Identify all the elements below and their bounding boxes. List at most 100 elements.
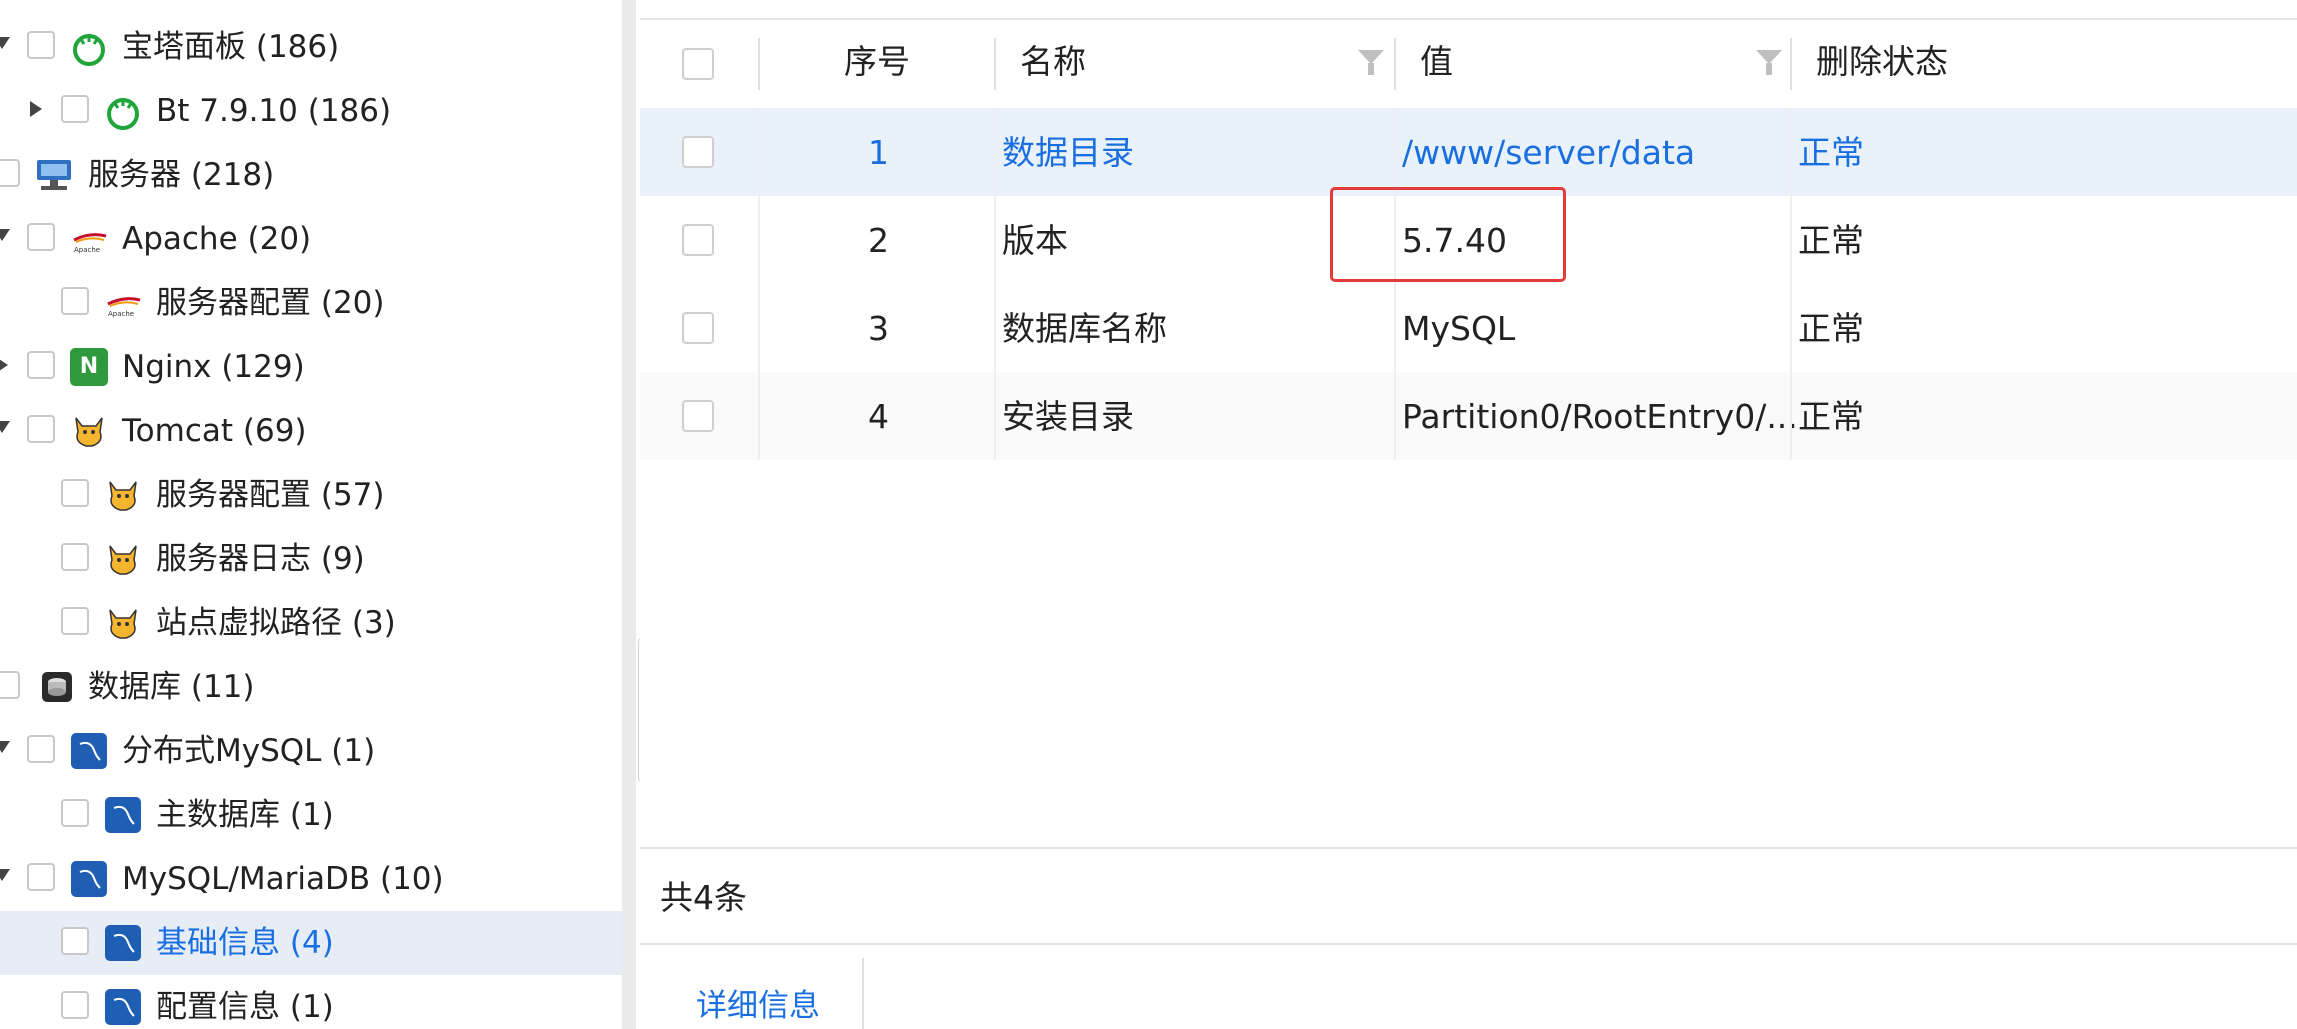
tab-detail-info[interactable]: 详细信息 [696,988,820,1024]
tree-node-primary-db[interactable]: 主数据库 (1) [0,783,622,847]
cell-divider [994,108,996,196]
tree-node-basic-info[interactable]: 基础信息 (4) [0,911,622,975]
row-checkbox[interactable] [682,312,714,344]
cell-name: 版本 [1002,221,1068,260]
tree-node-tomcat[interactable]: Tomcat (69) [0,399,622,463]
cell-divider [1790,284,1792,372]
select-all-checkbox[interactable] [682,48,714,80]
cell-divider [758,284,760,372]
expand-arrow-icon[interactable] [0,869,10,881]
column-divider[interactable] [1394,38,1396,90]
tree-node-label: 站点虚拟路径 (3) [156,605,396,641]
mysql-icon [71,733,107,769]
table-row[interactable]: 1 数据目录 /www/server/data 正常 [640,108,2297,196]
cell-status: 正常 [1798,221,1864,260]
column-divider[interactable] [758,38,760,90]
cell-index: 4 [868,397,889,436]
tree-node-apache-config[interactable]: Apache 服务器配置 (20) [0,271,622,335]
table-row[interactable]: 3 数据库名称 MySQL 正常 [640,284,2297,372]
column-header-name[interactable]: 名称 [1020,42,1086,82]
cell-divider [758,196,760,284]
tree-checkbox[interactable] [27,223,55,251]
tree-checkbox[interactable] [27,863,55,891]
tree-checkbox[interactable] [61,607,89,635]
column-divider[interactable] [994,38,996,90]
cell-name: 安装目录 [1002,397,1134,436]
cell-divider [1394,372,1396,460]
tree-checkbox[interactable] [27,31,55,59]
expand-arrow-icon[interactable] [0,37,10,49]
tree-checkbox[interactable] [61,543,89,571]
tomcat-icon [109,481,137,511]
expand-arrow-icon[interactable] [0,229,10,241]
tree-node-config-info[interactable]: 配置信息 (1) [0,975,622,1029]
tree-node-label: 服务器 (218) [88,157,275,193]
tree-checkbox[interactable] [27,351,55,379]
cell-name: 数据目录 [1002,133,1134,172]
tree-checkbox[interactable] [27,735,55,763]
column-divider[interactable] [1790,38,1792,90]
panel-splitter[interactable] [622,0,636,1029]
divider [640,943,2297,945]
tree-node-mysql-mariadb[interactable]: MySQL/MariaDB (10) [0,847,622,911]
tree-node-label: Apache (20) [122,221,312,257]
total-count: 共4条 [660,878,747,917]
cell-divider [1394,108,1396,196]
tree-node-tomcat-config[interactable]: 服务器配置 (57) [0,463,622,527]
filter-icon-stem [1766,63,1772,75]
tree-checkbox[interactable] [61,479,89,507]
cell-index: 2 [868,221,889,260]
row-checkbox[interactable] [682,224,714,256]
tree-node-tomcat-log[interactable]: 服务器日志 (9) [0,527,622,591]
column-header-value[interactable]: 值 [1420,42,1453,82]
bt-panel-icon [107,98,139,130]
column-header-index[interactable]: 序号 [844,42,910,82]
tree-checkbox[interactable] [61,799,89,827]
tree-node-bt-version[interactable]: Bt 7.9.10 (186) [0,79,622,143]
tree-checkbox[interactable] [61,927,89,955]
collapse-arrow-icon[interactable] [0,357,8,373]
row-checkbox[interactable] [682,136,714,168]
cell-divider [1394,284,1396,372]
mysql-icon [105,797,141,833]
cell-status: 正常 [1798,309,1864,348]
cell-divider [994,372,996,460]
tree-node-server[interactable]: 服务器 (218) [0,143,622,207]
tree-checkbox[interactable] [61,95,89,123]
tree-node-tomcat-vpath[interactable]: 站点虚拟路径 (3) [0,591,622,655]
database-icon [42,672,72,702]
nginx-icon: N [70,348,108,386]
collapse-arrow-icon[interactable] [30,101,42,117]
column-header-status[interactable]: 删除状态 [1816,42,1948,82]
tree-checkbox[interactable] [61,287,89,315]
tab-divider [862,958,864,1029]
tree-checkbox[interactable] [27,415,55,443]
tree-node-label: Nginx (129) [122,349,305,385]
filter-icon[interactable] [1358,50,1384,64]
tree-node-database[interactable]: 数据库 (11) [0,655,622,719]
tree-node-apache[interactable]: Apache Apache (20) [0,207,622,271]
tree-node-label: 配置信息 (1) [156,989,334,1025]
bt-panel-icon [73,34,105,66]
cell-value: Partition0/RootEntry0/... [1402,397,1798,436]
expand-arrow-icon[interactable] [0,421,10,433]
server-icon [37,160,71,190]
row-checkbox[interactable] [682,400,714,432]
table-row[interactable]: 4 安装目录 Partition0/RootEntry0/... 正常 [640,372,2297,460]
cell-status: 正常 [1798,397,1864,436]
tree-checkbox[interactable] [61,991,89,1019]
expand-arrow-icon[interactable] [0,741,10,753]
data-grid-panel: 序号 名称 值 删除状态 1 数据目录 /www/server/data 正常 … [640,0,2297,1029]
tree-checkbox[interactable] [0,159,20,187]
tree-node-label: Bt 7.9.10 (186) [156,93,392,129]
tomcat-icon [109,609,137,639]
tree-node-distributed-mysql[interactable]: 分布式MySQL (1) [0,719,622,783]
cell-divider [994,196,996,284]
mysql-icon [105,989,141,1025]
apache-icon: Apache [73,233,107,254]
tree-node-nginx[interactable]: N Nginx (129) [0,335,622,399]
tree-node-bt-panel[interactable]: 宝塔面板 (186) [0,15,622,79]
filter-icon[interactable] [1756,50,1782,64]
cell-status: 正常 [1798,133,1864,172]
tree-checkbox[interactable] [0,671,20,699]
